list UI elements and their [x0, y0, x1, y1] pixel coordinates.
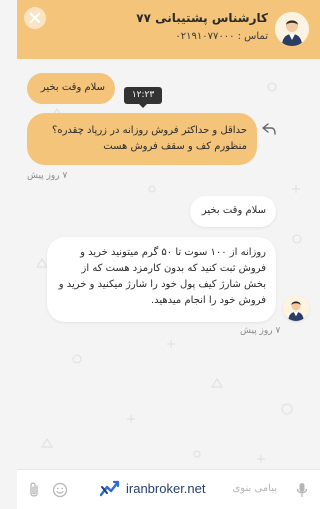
reply-icon[interactable] — [262, 123, 276, 135]
agent-phone: تماس : ۰۲۱۹۱۰۷۷۰۰۰ — [175, 31, 268, 42]
message-text: سلام وقت بخیر — [40, 82, 105, 93]
microphone-icon[interactable] — [296, 482, 308, 498]
agent-avatar — [275, 12, 309, 46]
message-text-line: حداقل و حداکثر فروش روزانه در زرپاد چقدر… — [52, 125, 247, 136]
agent-name: کارشناس پشتیبانی ۷۷ — [136, 11, 268, 25]
brand-logo-icon — [99, 480, 120, 497]
brand-text: iranbroker.net — [126, 481, 206, 496]
chat-header: کارشناس پشتیبانی ۷۷ تماس : ۰۲۱۹۱۰۷۷۰۰۰ — [17, 0, 320, 59]
attachment-icon[interactable] — [28, 481, 40, 499]
agent-avatar-small — [283, 295, 309, 321]
close-button[interactable] — [24, 7, 46, 29]
message-bubble-sent[interactable]: سلام وقت بخیر — [27, 73, 115, 104]
message-text-line: روزانه از ۱۰۰ سوت تا ۵۰ گرم میتونید خرید… — [80, 247, 266, 258]
message-timestamp: ۷ روز پیش — [240, 326, 281, 336]
message-input[interactable]: پیامی بنوی — [232, 483, 277, 494]
message-text-line: منظورم کف و سقف فروش هست — [103, 141, 247, 152]
message-text-line: فروش ثبت کنید که بدون کارمزد هست که از — [81, 263, 266, 274]
message-bubble-sent[interactable]: حداقل و حداکثر فروش روزانه در زرپاد چقدر… — [27, 113, 257, 165]
message-text-line: بخش شارژ کیف پول خود را شارژ میکنید و خر… — [58, 279, 266, 290]
message-bubble-received[interactable]: روزانه از ۱۰۰ سوت تا ۵۰ گرم میتونید خرید… — [47, 237, 276, 322]
chat-area[interactable]: سلام وقت بخیر ۱۲:۲۳ حداقل و حداکثر فروش … — [17, 59, 320, 469]
message-composer: پیامی بنوی iranbroker.net — [17, 469, 320, 509]
close-icon — [30, 13, 40, 23]
message-time-tooltip: ۱۲:۲۳ — [124, 87, 162, 108]
message-timestamp: ۷ روز پیش — [27, 171, 68, 181]
message-text-line: فروش خود را انجام میدهید. — [150, 295, 266, 306]
message-bubble-received[interactable]: سلام وقت بخیر — [190, 196, 276, 227]
emoji-icon[interactable] — [52, 482, 68, 498]
message-text: سلام وقت بخیر — [201, 205, 266, 216]
